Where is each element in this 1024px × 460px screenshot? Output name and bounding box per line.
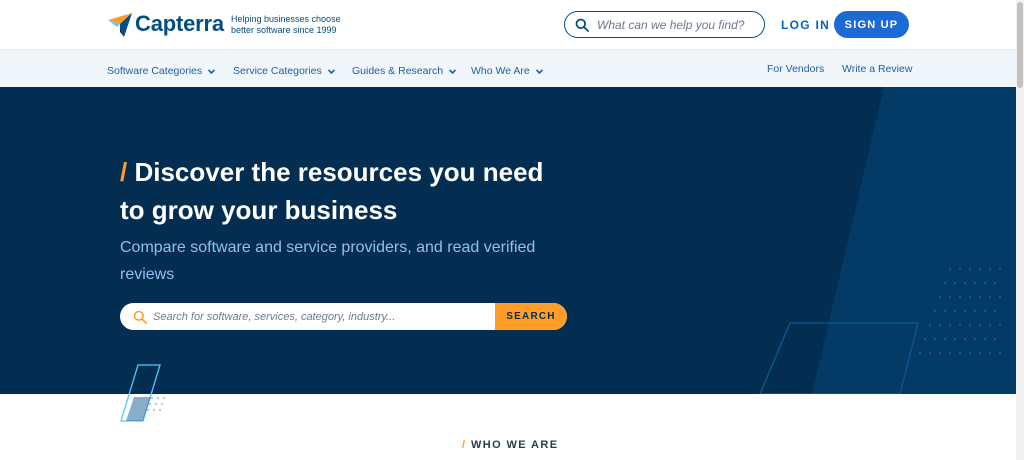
- nav-label: For Vendors: [767, 63, 825, 75]
- nav-label: Software Categories: [107, 65, 203, 77]
- chevron-down-icon: [208, 68, 216, 74]
- header-search[interactable]: [564, 11, 765, 38]
- login-link[interactable]: LOG IN: [781, 18, 830, 32]
- nav-label: Service Categories: [233, 65, 322, 77]
- brand-name: Capterra: [135, 11, 224, 36]
- hero-subtitle-line-2: reviews: [120, 266, 175, 283]
- slash-accent: /: [120, 157, 128, 187]
- chevron-down-icon: [535, 68, 543, 74]
- capterra-logo[interactable]: Capterra: [107, 10, 224, 38]
- top-header: Capterra Helping businesses choose bette…: [0, 0, 1016, 49]
- search-icon: [575, 18, 589, 32]
- nav-software-categories[interactable]: Software Categories: [107, 65, 216, 77]
- nav-label: Write a Review: [842, 63, 913, 75]
- search-icon: [133, 310, 147, 324]
- hero-title-text-1: Discover the resources you need: [134, 157, 544, 187]
- nav-label: Guides & Research: [352, 65, 444, 77]
- brand-tagline: Helping businesses choose better softwar…: [231, 14, 351, 36]
- who-we-are-heading: / WHO WE ARE: [462, 439, 558, 451]
- capterra-logo-icon: [108, 13, 132, 37]
- hero-subtitle: Compare software and service providers, …: [120, 234, 570, 288]
- hero-subtitle-line-1: Compare software and service providers, …: [120, 239, 536, 256]
- signup-button[interactable]: SIGN UP: [834, 11, 909, 38]
- tagline-line-1: Helping businesses choose: [231, 14, 341, 24]
- nav-guides-research[interactable]: Guides & Research: [352, 65, 457, 77]
- nav-who-we-are[interactable]: Who We Are: [471, 65, 544, 77]
- hero-search-bar[interactable]: SEARCH: [120, 303, 567, 330]
- page-scrollbar[interactable]: [1016, 0, 1024, 460]
- scrollbar-thumb[interactable]: [1017, 2, 1023, 88]
- hero-search-input[interactable]: [153, 310, 495, 323]
- hero-title-line-1: / Discover the resources you need: [120, 153, 580, 191]
- nav-label: Who We Are: [471, 65, 530, 77]
- nav-service-categories[interactable]: Service Categories: [233, 65, 336, 77]
- nav-write-review[interactable]: Write a Review: [842, 63, 912, 75]
- header-search-input[interactable]: [597, 17, 757, 32]
- who-we-are-label: WHO WE ARE: [470, 439, 559, 451]
- main-nav: Software Categories Service Categories G…: [0, 49, 1016, 87]
- hero-title-line-2: to grow your business: [120, 195, 398, 225]
- slash-accent: /: [462, 439, 467, 451]
- tagline-line-2: better software since 1999: [231, 25, 337, 35]
- nav-for-vendors[interactable]: For Vendors: [767, 63, 824, 75]
- chevron-down-icon: [327, 68, 335, 74]
- hero-section: / Discover the resources you need to gro…: [0, 87, 1016, 394]
- hero-search-button[interactable]: SEARCH: [495, 303, 567, 330]
- chevron-down-icon: [448, 68, 457, 74]
- hero-title: / Discover the resources you need to gro…: [120, 153, 580, 229]
- parallelogram-decoration: [120, 364, 165, 422]
